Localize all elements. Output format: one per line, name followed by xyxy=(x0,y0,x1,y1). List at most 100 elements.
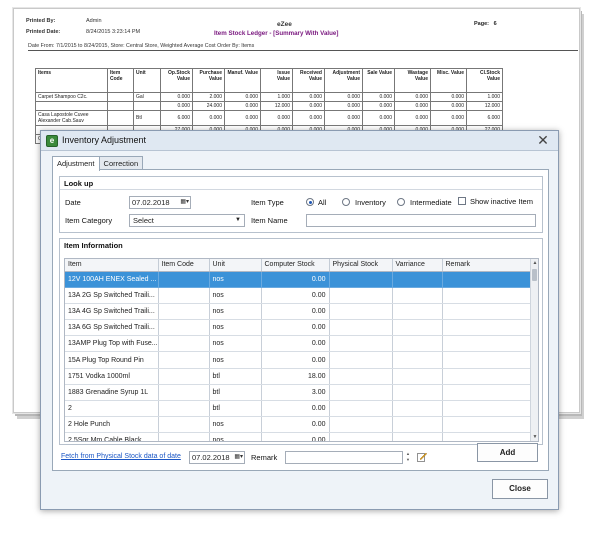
report-cell: 1.000 xyxy=(260,92,293,102)
grid-cell-remark[interactable] xyxy=(442,287,533,304)
grid-cell-item: 15A Plug Top Round Pin xyxy=(65,351,159,369)
grid-col-variance[interactable]: Varriance xyxy=(392,259,443,272)
grid-cell-physical-stock[interactable] xyxy=(329,368,393,385)
grid-cell-item: 12V 100AH ENEX Sealed ... xyxy=(65,271,159,288)
grid-cell-variance[interactable] xyxy=(392,271,443,288)
table-row[interactable]: 12V 100AH ENEX Sealed ... nos 0.00 xyxy=(65,271,533,288)
grid-col-item[interactable]: Item xyxy=(65,259,159,272)
grid-cell-remark[interactable] xyxy=(442,319,533,337)
item-name-input[interactable] xyxy=(306,214,536,227)
radio-intermediate-label: Intermediate xyxy=(410,198,452,207)
table-row[interactable]: 13A 4G Sp Switched Traili... nos 0.00 xyxy=(65,303,533,321)
report-cell: 0.000 xyxy=(362,92,395,102)
grid-cell-variance[interactable] xyxy=(392,400,443,418)
app-icon: e xyxy=(46,135,58,147)
report-cell: 0.000 xyxy=(430,92,467,102)
grid-cell-remark[interactable] xyxy=(442,416,533,434)
grid-cell-item-code xyxy=(158,335,210,353)
grid-cell-variance[interactable] xyxy=(392,416,443,434)
grid-cell-physical-stock[interactable] xyxy=(329,335,393,353)
table-row[interactable]: 2 Hole Punch nos 0.00 xyxy=(65,416,533,434)
grid-scrollbar[interactable]: ▲ ▼ xyxy=(530,259,538,441)
grid-cell-variance[interactable] xyxy=(392,351,443,369)
grid-col-computer-stock[interactable]: Computer Stock xyxy=(261,259,330,272)
scroll-up-icon[interactable]: ▲ xyxy=(531,259,538,267)
table-row[interactable]: 13A 2G Sp Switched Traili... nos 0.00 xyxy=(65,287,533,304)
report-col-header: Misc. Value xyxy=(430,68,467,93)
show-inactive-checkbox[interactable] xyxy=(458,197,466,205)
tab-correction[interactable]: Correction xyxy=(98,156,144,170)
grid-cell-item-code xyxy=(158,432,210,441)
grid-cell-physical-stock[interactable] xyxy=(329,287,393,304)
date-field[interactable]: 07.02.2018 ▦▾ xyxy=(129,196,191,209)
table-row[interactable]: 15A Plug Top Round Pin nos 0.00 xyxy=(65,351,533,369)
grid-cell-remark[interactable] xyxy=(442,351,533,369)
grid-col-remark[interactable]: Remark xyxy=(442,259,533,272)
printed-by: Admin xyxy=(86,18,102,24)
table-row[interactable]: 13AMP Plug Top with Fuse... nos 0.00 xyxy=(65,335,533,353)
grid-cell-remark[interactable] xyxy=(442,303,533,321)
grid-cell-physical-stock[interactable] xyxy=(329,303,393,321)
item-category-select[interactable]: Select ▼ xyxy=(129,214,245,227)
report-col-header: Purchase Value xyxy=(192,68,225,93)
grid-cell-variance[interactable] xyxy=(392,368,443,385)
add-button[interactable]: Add xyxy=(477,443,538,462)
grid-cell-remark[interactable] xyxy=(442,271,533,288)
radio-intermediate[interactable] xyxy=(397,198,405,206)
calendar-icon[interactable]: ▦▾ xyxy=(229,453,243,462)
item-information-group: Item Information Item Item Code Unit Com… xyxy=(59,238,543,445)
table-row[interactable]: 13A 6G Sp Switched Traili... nos 0.00 xyxy=(65,319,533,337)
grid-cell-physical-stock[interactable] xyxy=(329,271,393,288)
report-row: 0.000 24.000 0.000 12.000 0.000 0.000 0.000 0.0… xyxy=(35,101,503,111)
fetch-physical-stock-link[interactable]: Fetch from Physical Stock data of date xyxy=(61,453,181,460)
remark-input[interactable] xyxy=(285,451,403,464)
fetch-date-field[interactable]: 07.02.2018 ▦▾ xyxy=(189,451,245,464)
grid-cell-remark[interactable] xyxy=(442,400,533,418)
grid-cell-item-code xyxy=(158,416,210,434)
grid-cell-variance[interactable] xyxy=(392,319,443,337)
report-cell xyxy=(107,101,134,111)
grid-cell-variance[interactable] xyxy=(392,384,443,402)
dialog-titlebar[interactable]: e Inventory Adjustment ✕ xyxy=(41,131,558,151)
grid-cell-unit: nos xyxy=(209,351,262,369)
table-row[interactable]: 1751 Vodka 1000ml btl 18.00 xyxy=(65,368,533,385)
grid-col-unit[interactable]: Unit xyxy=(209,259,262,272)
table-row[interactable]: 2.5Sqr Mm Cable Black nos 0.00 xyxy=(65,432,533,441)
grid-cell-variance[interactable] xyxy=(392,303,443,321)
grid-col-item-code[interactable]: Item Code xyxy=(158,259,210,272)
calendar-icon[interactable]: ▦▾ xyxy=(175,198,189,207)
report-cell: 0.000 xyxy=(394,110,431,126)
report-row: Casa Lapostole Cuvee Alexander Cab.Sauv B… xyxy=(35,110,503,126)
report-cell: 24.000 xyxy=(192,101,225,111)
grid-cell-item: 13AMP Plug Top with Fuse... xyxy=(65,335,159,353)
grid-cell-physical-stock[interactable] xyxy=(329,400,393,418)
grid-cell-item-code xyxy=(158,384,210,402)
remark-spinner[interactable]: ▲ ▼ xyxy=(404,451,412,464)
grid-cell-remark[interactable] xyxy=(442,368,533,385)
grid-cell-physical-stock[interactable] xyxy=(329,319,393,337)
grid-cell-remark[interactable] xyxy=(442,335,533,353)
grid-cell-physical-stock[interactable] xyxy=(329,384,393,402)
report-cell xyxy=(107,92,134,102)
close-button[interactable]: Close xyxy=(492,479,548,499)
radio-all[interactable] xyxy=(306,198,314,206)
close-icon[interactable]: ✕ xyxy=(532,132,554,148)
edit-note-icon[interactable] xyxy=(417,452,427,462)
grid-cell-physical-stock[interactable] xyxy=(329,351,393,369)
grid-cell-remark[interactable] xyxy=(442,432,533,441)
grid-cell-remark[interactable] xyxy=(442,384,533,402)
grid-col-physical-stock[interactable]: Physical Stock xyxy=(329,259,393,272)
chevron-down-icon: ▼ xyxy=(235,217,241,223)
scroll-down-icon[interactable]: ▼ xyxy=(531,433,538,441)
tab-adjustment[interactable]: Adjustment xyxy=(52,156,100,171)
table-row[interactable]: 1883 Grenadine Syrup 1L btl 3.00 xyxy=(65,384,533,402)
grid-cell-physical-stock[interactable] xyxy=(329,432,393,441)
grid-cell-variance[interactable] xyxy=(392,432,443,441)
scroll-thumb[interactable] xyxy=(532,269,537,281)
grid-cell-variance[interactable] xyxy=(392,287,443,304)
grid-cell-variance[interactable] xyxy=(392,335,443,353)
grid-cell-physical-stock[interactable] xyxy=(329,416,393,434)
grid-cell-item-code xyxy=(158,287,210,304)
table-row[interactable]: 2 btl 0.00 xyxy=(65,400,533,418)
radio-inventory[interactable] xyxy=(342,198,350,206)
